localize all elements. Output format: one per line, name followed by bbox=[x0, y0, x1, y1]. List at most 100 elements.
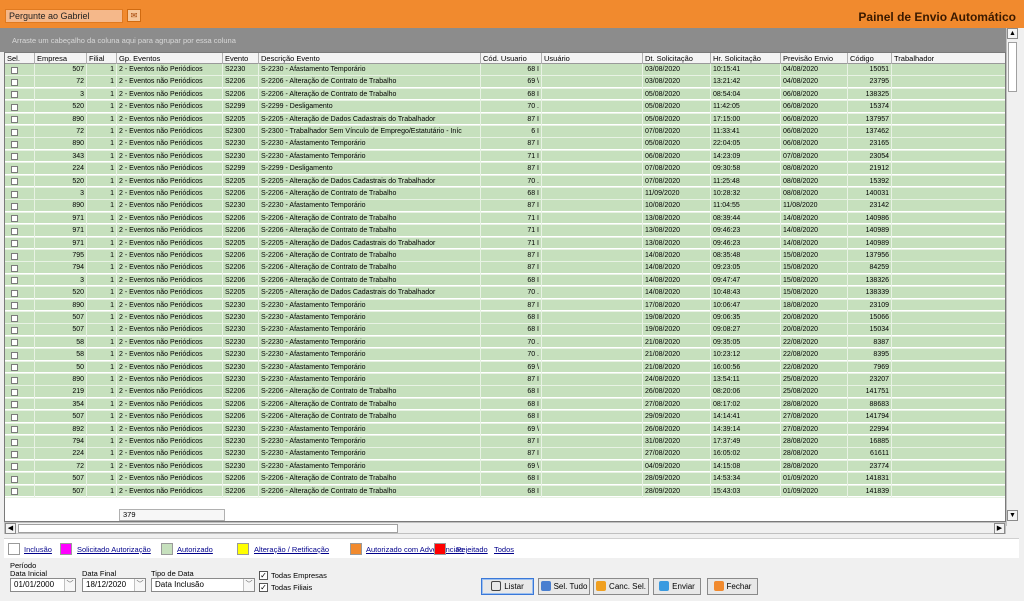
col-header-descricao-evento[interactable]: Descrição Evento bbox=[259, 53, 481, 64]
table-row[interactable]: 890 1 2 - Eventos não Periódicos S2230 S-223… bbox=[5, 299, 1005, 312]
row-select-checkbox[interactable] bbox=[11, 302, 18, 310]
row-select-checkbox[interactable] bbox=[11, 202, 18, 210]
row-select-checkbox[interactable] bbox=[11, 488, 18, 496]
vertical-scrollbar[interactable]: ▲ ▼ bbox=[1006, 28, 1018, 526]
row-select-checkbox[interactable] bbox=[11, 314, 18, 322]
row-select-checkbox[interactable] bbox=[11, 252, 18, 260]
table-row[interactable]: 890 1 2 - Eventos não Periódicos S2205 S-220… bbox=[5, 113, 1005, 126]
horizontal-scroll-thumb[interactable] bbox=[18, 524, 398, 533]
legend-link-rejeitado[interactable]: Rejeitado bbox=[456, 545, 488, 554]
table-row[interactable]: 520 1 2 - Eventos não Periódicos S2205 S-220… bbox=[5, 287, 1005, 300]
table-row[interactable]: 224 1 2 - Eventos não Periódicos S2230 S-223… bbox=[5, 448, 1005, 461]
row-select-checkbox[interactable] bbox=[11, 401, 18, 409]
legend-link-todos[interactable]: Todos bbox=[494, 545, 514, 554]
row-select-checkbox[interactable] bbox=[11, 438, 18, 446]
row-select-checkbox[interactable] bbox=[11, 215, 18, 223]
table-row[interactable]: 58 1 2 - Eventos não Periódicos S2230 S-2230… bbox=[5, 336, 1005, 350]
row-select-checkbox[interactable] bbox=[11, 91, 18, 99]
table-row[interactable]: 219 1 2 - Eventos não Periódicos S2206 S-220… bbox=[5, 386, 1005, 399]
legend-link-autorizado[interactable]: Autorizado bbox=[177, 545, 213, 554]
row-select-checkbox[interactable] bbox=[11, 475, 18, 483]
col-header-sel[interactable]: Sel. bbox=[5, 53, 35, 64]
row-select-checkbox[interactable] bbox=[11, 116, 18, 124]
table-row[interactable]: 520 1 2 - Eventos não Periódicos S2299 S-229… bbox=[5, 101, 1005, 114]
table-row[interactable]: 58 1 2 - Eventos não Periódicos S2230 S-2230… bbox=[5, 349, 1005, 362]
table-row[interactable]: 507 1 2 - Eventos não Periódicos S2206 S-220… bbox=[5, 411, 1005, 424]
row-select-checkbox[interactable] bbox=[11, 326, 18, 334]
row-select-checkbox[interactable] bbox=[11, 351, 18, 359]
table-row[interactable]: 971 1 2 - Eventos não Periódicos S2206 S-220… bbox=[5, 225, 1005, 238]
chevron-down-icon[interactable]: ﹀ bbox=[134, 579, 145, 591]
table-row[interactable]: 343 1 2 - Eventos não Periódicos S2230 S-223… bbox=[5, 150, 1005, 164]
col-header-dt-solicitacao[interactable]: Dt. Solicitação bbox=[643, 53, 711, 64]
ask-gabriel-input[interactable]: Pergunte ao Gabriel bbox=[5, 9, 123, 23]
col-header-filial[interactable]: Filial bbox=[87, 53, 117, 64]
data-final-field[interactable]: 18/12/2020 ﹀ bbox=[82, 578, 146, 592]
row-select-checkbox[interactable] bbox=[11, 413, 18, 421]
row-select-checkbox[interactable] bbox=[11, 227, 18, 235]
table-row[interactable]: 507 1 2 - Eventos não Periódicos S2230 S-223… bbox=[5, 324, 1005, 337]
scroll-down-icon[interactable]: ▼ bbox=[1007, 510, 1018, 521]
chevron-down-icon[interactable]: ﹀ bbox=[243, 579, 254, 591]
table-row[interactable]: 892 1 2 - Eventos não Periódicos S2230 S-223… bbox=[5, 423, 1005, 436]
legend-link-alteracao-retificacao[interactable]: Alteração / Retificação bbox=[254, 545, 329, 554]
table-row[interactable]: 72 1 2 - Eventos não Periódicos S2300 S-2300… bbox=[5, 126, 1005, 139]
data-inicial-field[interactable]: 01/01/2000 ﹀ bbox=[10, 578, 76, 592]
sel-tudo-button[interactable]: Sel. Tudo bbox=[538, 578, 590, 595]
vertical-scroll-thumb[interactable] bbox=[1008, 42, 1017, 92]
row-select-checkbox[interactable] bbox=[11, 277, 18, 285]
scroll-left-icon[interactable]: ◀ bbox=[5, 523, 16, 534]
table-row[interactable]: 72 1 2 - Eventos não Periódicos S2206 S-2206… bbox=[5, 76, 1005, 89]
horizontal-scrollbar[interactable]: ◀ ▶ bbox=[4, 522, 1006, 534]
group-by-area[interactable]: Arraste um cabeçalho da coluna aqui para… bbox=[0, 28, 1006, 52]
scroll-right-icon[interactable]: ▶ bbox=[994, 523, 1005, 534]
row-select-checkbox[interactable] bbox=[11, 289, 18, 297]
col-header-hr-solicitacao[interactable]: Hr. Solicitação bbox=[711, 53, 781, 64]
canc-sel-button[interactable]: Canc. Sel. bbox=[593, 578, 649, 595]
table-row[interactable]: 224 1 2 - Eventos não Periódicos S2299 S-229… bbox=[5, 163, 1005, 176]
table-row[interactable]: 507 1 2 - Eventos não Periódicos S2206 S-220… bbox=[5, 473, 1005, 486]
row-select-checkbox[interactable] bbox=[11, 450, 18, 458]
table-row[interactable]: 794 1 2 - Eventos não Periódicos S2206 S-220… bbox=[5, 262, 1005, 275]
todas-empresas-checkbox[interactable]: ✓ bbox=[259, 571, 268, 580]
enviar-button[interactable]: Enviar bbox=[653, 578, 701, 595]
table-row[interactable]: 890 1 2 - Eventos não Periódicos S2230 S-223… bbox=[5, 138, 1005, 151]
chat-icon[interactable]: ✉ bbox=[127, 9, 141, 22]
row-select-checkbox[interactable] bbox=[11, 376, 18, 384]
col-header-usuario[interactable]: Usuário bbox=[542, 53, 643, 64]
row-select-checkbox[interactable] bbox=[11, 364, 18, 372]
listar-button[interactable]: Listar bbox=[481, 578, 534, 595]
row-select-checkbox[interactable] bbox=[11, 264, 18, 272]
col-header-previsao-envio[interactable]: Previsão Envio bbox=[781, 53, 848, 64]
fechar-button[interactable]: Fechar bbox=[707, 578, 758, 595]
table-row[interactable]: 354 1 2 - Eventos não Periódicos S2206 S-220… bbox=[5, 398, 1005, 412]
row-select-checkbox[interactable] bbox=[11, 426, 18, 434]
row-select-checkbox[interactable] bbox=[11, 78, 18, 86]
legend-link-inclusao[interactable]: Inclusão bbox=[24, 545, 52, 554]
col-header-codigo[interactable]: Código bbox=[848, 53, 892, 64]
col-header-cod-usuario[interactable]: Cód. Usuario bbox=[481, 53, 542, 64]
row-select-checkbox[interactable] bbox=[11, 463, 18, 471]
col-header-empresa[interactable]: Empresa bbox=[35, 53, 87, 64]
table-row[interactable]: 890 1 2 - Eventos não Periódicos S2230 S-223… bbox=[5, 374, 1005, 387]
legend-link-autorizado-com-advertencias[interactable]: Autorizado com Advertencias bbox=[366, 545, 463, 554]
col-header-evento[interactable]: Evento bbox=[223, 53, 259, 64]
col-header-gp-eventos[interactable]: Gp. Eventos bbox=[117, 53, 223, 64]
scroll-up-icon[interactable]: ▲ bbox=[1007, 28, 1018, 39]
legend-link-solicitado-autorizacao[interactable]: Solicitado Autorização bbox=[77, 545, 151, 554]
table-row[interactable]: 507 1 2 - Eventos não Periódicos S2230 S-223… bbox=[5, 312, 1005, 325]
table-row[interactable]: 312 - Eventos não Periódicos S2206 S-2206 … bbox=[5, 188, 1005, 201]
chevron-down-icon[interactable]: ﹀ bbox=[64, 579, 75, 591]
table-row[interactable]: 507 1 2 - Eventos não Periódicos S2230 S-223… bbox=[5, 64, 1005, 77]
row-select-checkbox[interactable] bbox=[11, 103, 18, 111]
row-select-checkbox[interactable] bbox=[11, 165, 18, 173]
table-row[interactable]: 312 - Eventos não Periódicos S2206 S-2206 … bbox=[5, 274, 1005, 288]
table-row[interactable]: 520 1 2 - Eventos não Periódicos S2205 S-220… bbox=[5, 175, 1005, 188]
table-row[interactable]: 50 1 2 - Eventos não Periódicos S2230 S-2230… bbox=[5, 361, 1005, 374]
row-select-checkbox[interactable] bbox=[11, 190, 18, 198]
row-select-checkbox[interactable] bbox=[11, 339, 18, 347]
table-row[interactable]: 507 1 2 - Eventos não Periódicos S2206 S-220… bbox=[5, 485, 1005, 498]
table-row[interactable]: 312 - Eventos não Periódicos S2206 S-2206 … bbox=[5, 88, 1005, 102]
todas-filiais-checkbox[interactable]: ✓ bbox=[259, 583, 268, 592]
row-select-checkbox[interactable] bbox=[11, 66, 18, 74]
